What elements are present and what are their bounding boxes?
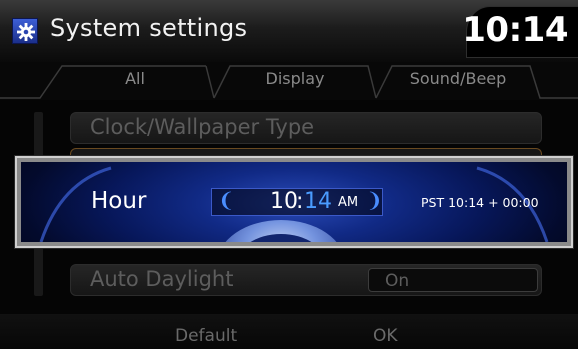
- tab-sound-beep[interactable]: Sound/Beep: [398, 69, 518, 88]
- hour-adjust-popup: Hour ❨ 10 : 14 AM ❩ PST 10:14 + 00:00: [15, 156, 573, 248]
- default-button[interactable]: Default: [175, 326, 237, 346]
- hour-value: 10: [270, 189, 298, 214]
- navigation-screen: System settings 10:14 All Display Sound/…: [0, 0, 578, 349]
- gear-icon: [12, 18, 38, 44]
- page-title: System settings: [50, 14, 248, 42]
- clock-time: 10:14: [462, 10, 568, 50]
- list-item-auto-daylight[interactable]: Auto Daylight On: [70, 264, 542, 296]
- time-colon: :: [296, 189, 304, 214]
- tab-display[interactable]: Display: [250, 69, 340, 88]
- ampm-indicator: AM: [338, 195, 359, 210]
- footer-bar: Default OK: [0, 314, 578, 349]
- ok-button[interactable]: OK: [373, 326, 398, 346]
- time-adjust-field[interactable]: ❨ 10 : 14 AM ❩: [211, 188, 383, 216]
- list-item-clock-wallpaper-type[interactable]: Clock/Wallpaper Type: [70, 112, 542, 144]
- increase-arrow-icon[interactable]: ❩: [366, 188, 383, 212]
- decrease-arrow-icon[interactable]: ❨: [218, 188, 235, 212]
- list-item-label: Auto Daylight: [90, 267, 234, 291]
- auto-daylight-value: On: [385, 271, 410, 291]
- clock-display: 10:14: [462, 6, 578, 58]
- timezone-readout: PST 10:14 + 00:00: [421, 195, 539, 210]
- popup-panel: Hour ❨ 10 : 14 AM ❩ PST 10:14 + 00:00: [21, 162, 567, 242]
- hour-label: Hour: [91, 188, 147, 214]
- list-item-label: Clock/Wallpaper Type: [90, 115, 315, 139]
- tab-bar: All Display Sound/Beep: [0, 62, 578, 100]
- auto-daylight-value-box: On: [368, 268, 538, 292]
- tab-all[interactable]: All: [100, 69, 170, 88]
- header-bar: System settings 10:14: [0, 0, 578, 62]
- minute-value: 14: [304, 189, 332, 214]
